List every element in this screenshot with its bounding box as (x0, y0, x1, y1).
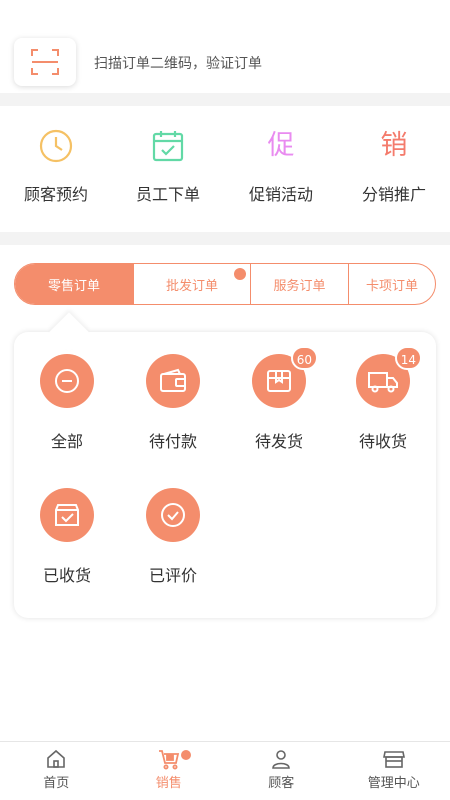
users-icon (272, 750, 291, 769)
quick-actions: 顾客预约 员工下单 促 促销活动 销 分销推广 (0, 106, 450, 232)
nav-item-management[interactable]: 管理中心 (338, 742, 450, 800)
order-count-badge: 60 (290, 346, 318, 370)
truck-icon (368, 372, 398, 393)
calendar-check-icon (148, 126, 188, 166)
order-status-pending-payment[interactable]: 待付款 (120, 354, 226, 452)
scan-qr-icon (31, 49, 59, 75)
check-circle-icon (161, 503, 185, 527)
clock-icon (36, 126, 76, 166)
section-divider (0, 232, 450, 245)
nav-item-home[interactable]: 首页 (0, 742, 113, 800)
tab-wholesale-orders[interactable]: 批发订单 (134, 264, 251, 304)
home-icon (47, 749, 66, 768)
quick-action-promotion[interactable]: 促 促销活动 (225, 126, 337, 205)
nav-item-sales[interactable]: 销售 (113, 742, 226, 800)
bottom-nav: 首页 销售 顾客 管理中心 (0, 741, 450, 800)
tab-service-orders[interactable]: 服务订单 (251, 264, 349, 304)
minus-circle-icon (55, 369, 79, 393)
wallet-icon (160, 368, 186, 392)
store-icon (382, 751, 405, 768)
notification-dot (180, 750, 191, 760)
section-divider (0, 93, 450, 106)
order-status-received[interactable]: 已收货 (14, 488, 120, 586)
nav-item-customers[interactable]: 顾客 (225, 742, 338, 800)
order-status-all[interactable]: 全部 (14, 354, 120, 452)
quick-action-label: 分销推广 (361, 185, 426, 204)
received-box-icon (55, 504, 79, 526)
quick-action-staff-order[interactable]: 员工下单 (112, 126, 224, 205)
order-status-card: 全部 待付款 60 待发货 14 待收货 已收货 已评价 (14, 332, 436, 618)
quick-action-appointment[interactable]: 顾客预约 (0, 126, 112, 205)
tab-retail-orders[interactable]: 零售订单 (15, 264, 134, 304)
promotion-icon: 促 (267, 130, 295, 161)
notification-dot (234, 268, 246, 280)
order-type-tabs: 零售订单 批发订单 服务订单 卡项订单 (14, 263, 436, 305)
quick-action-label: 促销活动 (248, 185, 313, 204)
order-status-pending-receipt[interactable]: 14 待收货 (330, 346, 436, 452)
scan-hint-text: 扫描订单二维码，验证订单 (94, 56, 262, 72)
quick-action-label: 顾客预约 (23, 185, 88, 204)
cart-icon (158, 750, 179, 770)
order-status-reviewed[interactable]: 已评价 (120, 488, 226, 586)
box-icon (267, 370, 291, 392)
distribution-icon: 销 (380, 130, 408, 161)
order-count-badge: 14 (394, 346, 422, 370)
quick-action-distribution[interactable]: 销 分销推广 (338, 126, 450, 205)
quick-action-label: 员工下单 (135, 185, 200, 204)
scan-bar: 扫描订单二维码，验证订单 (0, 0, 450, 93)
tab-card-orders[interactable]: 卡项订单 (349, 264, 435, 304)
order-status-pending-shipment[interactable]: 60 待发货 (226, 346, 332, 452)
scan-button[interactable] (14, 38, 76, 86)
